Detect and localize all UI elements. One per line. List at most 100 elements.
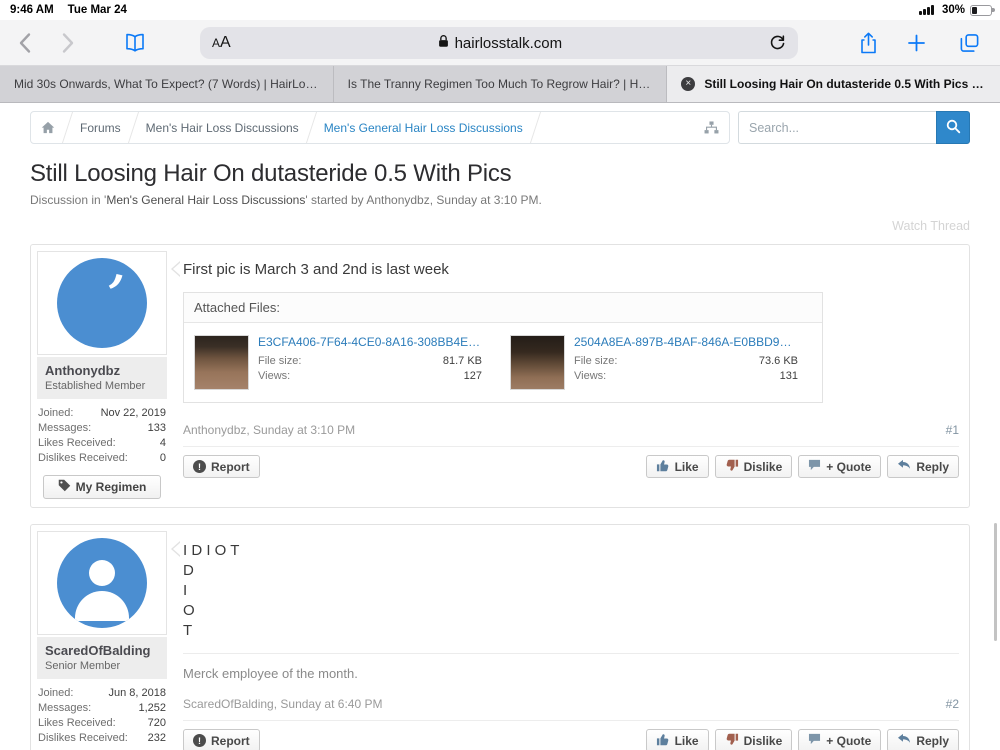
breadcrumb-separator	[62, 112, 73, 143]
back-button[interactable]	[18, 32, 31, 53]
user-stats: Joined: Nov 22, 2019 Messages: 133 Likes R…	[37, 399, 167, 471]
dislike-button[interactable]: Dislike	[715, 729, 793, 750]
post-message: First pic is March 3 and 2nd is last wee…	[183, 261, 959, 278]
reload-button[interactable]	[769, 35, 786, 52]
cellular-signal-icon	[919, 5, 934, 15]
attachment-2[interactable]: 2504A8EA-897B-4BAF-846A-E0BBD9C41... Fil…	[510, 335, 798, 390]
post-author-date-link[interactable]: Anthonydbz, Sunday at 3:10 PM	[183, 423, 355, 437]
share-button[interactable]	[859, 31, 878, 54]
likes-value: 4	[160, 436, 166, 451]
stat-dislikes: Dislikes Received:0	[38, 451, 166, 466]
breadcrumb-forums[interactable]: Forums	[80, 121, 121, 135]
avatar[interactable]	[37, 251, 167, 355]
search-button[interactable]	[936, 111, 970, 144]
bubble-arrow	[171, 541, 180, 557]
my-regimen-button[interactable]: My Regimen	[43, 475, 161, 499]
post-1-footer: Anthonydbz, Sunday at 3:10 PM #1	[183, 423, 959, 437]
attachment-1[interactable]: E3CFA406-7F64-4CE0-8A16-308BB4E878... Fi…	[194, 335, 482, 390]
action-button-group: Like Dislike + Quote	[646, 729, 959, 750]
like-label: Like	[675, 734, 699, 748]
likes-label: Likes Received:	[38, 436, 116, 451]
dislikes-value: 232	[148, 731, 166, 746]
file-size-value: 81.7 KB	[443, 354, 482, 369]
post-message-line: T	[183, 621, 959, 641]
home-icon[interactable]	[41, 121, 55, 134]
messages-value: 1,252	[138, 701, 166, 716]
tab-1[interactable]: Mid 30s Onwards, What To Expect? (7 Word…	[0, 66, 334, 102]
attachment-1-thumbnail[interactable]	[194, 335, 249, 390]
messages-label: Messages:	[38, 421, 91, 436]
page-scrollbar[interactable]	[994, 523, 997, 641]
bubble-arrow	[171, 261, 180, 277]
dislike-label: Dislike	[744, 734, 783, 748]
username-link[interactable]: Anthonydbz	[45, 363, 159, 378]
new-tab-button[interactable]	[907, 33, 926, 52]
post-number-link[interactable]: #2	[946, 697, 959, 711]
status-bar: 9:46 AM Tue Mar 24 30%	[0, 0, 1000, 20]
tab-2[interactable]: Is The Tranny Regimen Too Much To Regrow…	[334, 66, 668, 102]
like-button[interactable]: Like	[646, 729, 709, 750]
post-message-line: I	[183, 581, 959, 601]
messages-value: 133	[148, 421, 166, 436]
quote-button[interactable]: + Quote	[798, 455, 881, 478]
my-regimen-label: My Regimen	[76, 480, 147, 494]
reply-label: Reply	[916, 460, 949, 474]
tab-2-label: Is The Tranny Regimen Too Much To Regrow…	[348, 77, 653, 91]
clock: 9:46 AM	[10, 4, 54, 16]
reply-button[interactable]: Reply	[887, 729, 959, 750]
like-button[interactable]: Like	[646, 455, 709, 478]
breadcrumb-current-forum[interactable]: Men's General Hair Loss Discussions	[324, 121, 523, 135]
report-label: Report	[211, 734, 250, 748]
quote-button[interactable]: + Quote	[798, 729, 881, 750]
attached-files: Attached Files: E3CFA406-7F64-4CE0-8A16-…	[183, 292, 823, 403]
reply-button[interactable]: Reply	[887, 455, 959, 478]
views-label: Views:	[258, 369, 290, 384]
quick-navigation-icon[interactable]	[704, 121, 719, 134]
attachment-2-thumbnail[interactable]	[510, 335, 565, 390]
joined-value: Nov 22, 2019	[101, 406, 166, 421]
search-input[interactable]	[738, 111, 936, 144]
forum-link[interactable]: Men's General Hair Loss Discussions	[106, 193, 305, 207]
avatar[interactable]	[37, 531, 167, 635]
post-1-message-column: First pic is March 3 and 2nd is last wee…	[183, 251, 959, 499]
lock-icon	[438, 34, 449, 53]
report-label: Report	[211, 460, 250, 474]
subtitle-prefix: Discussion in '	[30, 193, 106, 207]
date: Tue Mar 24	[68, 4, 127, 16]
tab-overview-button[interactable]	[959, 32, 980, 53]
report-button[interactable]: Report	[183, 729, 260, 750]
watch-thread-link[interactable]: Watch Thread	[892, 219, 970, 233]
forward-button[interactable]	[62, 32, 75, 53]
post-2-user-column: ScaredOfBalding Senior Member Joined:Jun…	[37, 531, 167, 750]
bookmarks-button[interactable]	[124, 33, 146, 52]
quote-label: + Quote	[826, 734, 871, 748]
post-author-date-link[interactable]: ScaredOfBalding, Sunday at 6:40 PM	[183, 697, 382, 711]
report-button[interactable]: Report	[183, 455, 260, 478]
attachment-1-info: E3CFA406-7F64-4CE0-8A16-308BB4E878... Fi…	[258, 335, 482, 390]
thumbs-down-icon	[725, 733, 739, 749]
person-icon	[75, 560, 129, 621]
close-tab-icon[interactable]	[681, 77, 695, 91]
stat-messages: Messages: 133	[38, 421, 166, 436]
username-link[interactable]: ScaredOfBalding	[45, 643, 159, 658]
thread-subtitle: Discussion in 'Men's General Hair Loss D…	[30, 193, 970, 207]
thumbs-down-icon	[725, 459, 739, 475]
dislike-button[interactable]: Dislike	[715, 455, 793, 478]
attachment-2-filename[interactable]: 2504A8EA-897B-4BAF-846A-E0BBD9C41...	[574, 335, 798, 349]
user-title: Senior Member	[45, 660, 159, 672]
dislikes-value: 0	[160, 451, 166, 466]
post-number-link[interactable]: #1	[946, 423, 959, 437]
user-stats: Joined:Jun 8, 2018 Messages:1,252 Likes …	[37, 679, 167, 750]
report-icon	[193, 460, 206, 473]
attachment-1-size-row: File size:81.7 KB	[258, 354, 482, 369]
breadcrumb-mens-hair-loss[interactable]: Men's Hair Loss Discussions	[146, 121, 299, 135]
address-bar[interactable]: AA hairlosstalk.com	[200, 27, 798, 59]
joined-label: Joined:	[38, 406, 73, 421]
attachment-2-views-row: Views:131	[574, 369, 798, 384]
attachment-1-filename[interactable]: E3CFA406-7F64-4CE0-8A16-308BB4E878...	[258, 335, 482, 349]
likes-value: 720	[148, 716, 166, 731]
tab-3-active[interactable]: Still Loosing Hair On dutasteride 0.5 Wi…	[667, 66, 1000, 102]
post-2: ScaredOfBalding Senior Member Joined:Jun…	[30, 524, 970, 750]
reader-options-button[interactable]: AA	[212, 34, 231, 52]
joined-value: Jun 8, 2018	[109, 686, 167, 701]
